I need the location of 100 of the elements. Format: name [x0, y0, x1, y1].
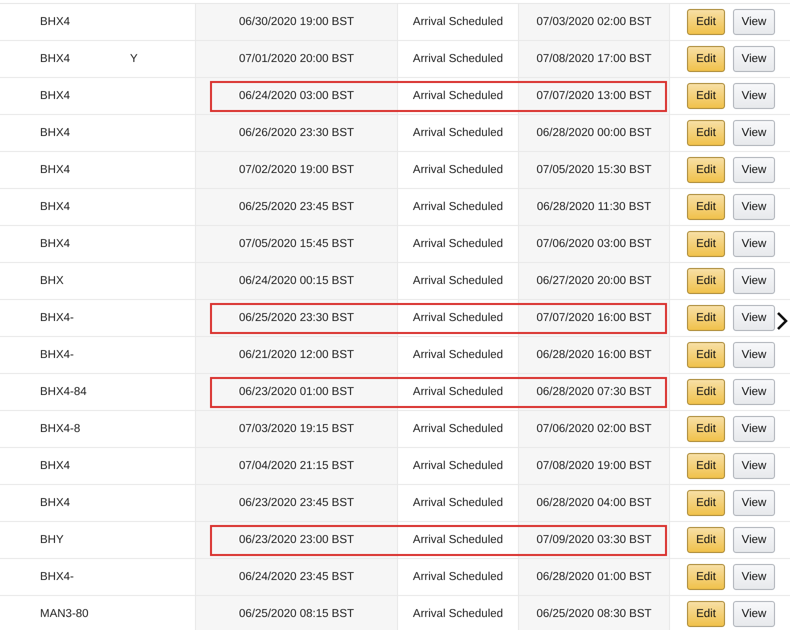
table-cell: 07/03/2020 02:00 BST [536, 16, 652, 28]
table-cell: Arrival Scheduled [412, 312, 504, 324]
edit-button[interactable]: Edit [687, 157, 725, 183]
table-cell: 07/02/2020 19:00 BST [238, 164, 354, 176]
table-cell: Arrival Scheduled [412, 127, 504, 139]
edit-button[interactable]: Edit [687, 83, 725, 109]
table-cell: Arrival Scheduled [412, 16, 504, 28]
table-cell: 07/03/2020 19:15 BST [238, 423, 354, 435]
table-cell: BHX4- [40, 312, 74, 324]
view-button[interactable]: View [733, 305, 775, 331]
table-cell: Arrival Scheduled [412, 238, 504, 250]
table-cell: BHX4 [40, 460, 70, 472]
table-cell: MAN3-80 [40, 608, 89, 620]
table-cell: 07/08/2020 19:00 BST [536, 460, 652, 472]
table-cell: Arrival Scheduled [412, 571, 504, 583]
view-button[interactable]: View [733, 453, 775, 479]
edit-button[interactable]: Edit [687, 268, 725, 294]
table-cell: 06/30/2020 19:00 BST [238, 16, 354, 28]
table-cell: Arrival Scheduled [412, 534, 504, 546]
table-cell: 06/24/2020 03:00 BST [238, 90, 354, 102]
table-cell: 07/07/2020 16:00 BST [536, 312, 652, 324]
edit-button[interactable]: Edit [687, 601, 725, 627]
table-cell: BHX4 [40, 164, 70, 176]
view-button[interactable]: View [733, 120, 775, 146]
view-button[interactable]: View [733, 342, 775, 368]
table-cell: Arrival Scheduled [412, 497, 504, 509]
table-cell: 06/25/2020 23:30 BST [238, 312, 354, 324]
table-cell: BHX4 [40, 201, 70, 213]
table-cell: 06/25/2020 08:15 BST [238, 608, 354, 620]
view-button[interactable]: View [733, 268, 775, 294]
edit-button[interactable]: Edit [687, 527, 725, 553]
table-cell: 06/25/2020 23:45 BST [238, 201, 354, 213]
table-cell: Arrival Scheduled [412, 608, 504, 620]
table-cell: 06/21/2020 12:00 BST [238, 349, 354, 361]
table-cell: Arrival Scheduled [412, 90, 504, 102]
edit-button[interactable]: Edit [687, 120, 725, 146]
table-cell: Arrival Scheduled [412, 275, 504, 287]
table-cell: 06/23/2020 01:00 BST [238, 386, 354, 398]
table-cell: BHX4- [40, 571, 74, 583]
table-cell: Arrival Scheduled [412, 164, 504, 176]
view-button[interactable]: View [733, 83, 775, 109]
table-cell: BHX4 [40, 16, 70, 28]
table-cell: BHX4- [40, 349, 74, 361]
edit-button[interactable]: Edit [687, 231, 725, 257]
table-cell: 07/05/2020 15:45 BST [238, 238, 354, 250]
view-button[interactable]: View [733, 9, 775, 35]
table-cell: 06/24/2020 00:15 BST [238, 275, 354, 287]
table-cell: 07/06/2020 02:00 BST [536, 423, 652, 435]
edit-button[interactable]: Edit [687, 305, 725, 331]
view-button[interactable]: View [733, 490, 775, 516]
table-cell: 06/24/2020 23:45 BST [238, 571, 354, 583]
view-button[interactable]: View [733, 564, 775, 590]
edit-button[interactable]: Edit [687, 9, 725, 35]
edit-button[interactable]: Edit [687, 342, 725, 368]
table-cell: 06/28/2020 11:30 BST [536, 201, 652, 213]
table-cell: 06/28/2020 04:00 BST [536, 497, 652, 509]
view-button[interactable]: View [733, 157, 775, 183]
table-cell: BHX4 [40, 53, 70, 65]
table-cell: BHX4 [40, 90, 70, 102]
table-cell: BHX4-8 [40, 423, 80, 435]
table-cell: 06/26/2020 23:30 BST [238, 127, 354, 139]
edit-button[interactable]: Edit [687, 453, 725, 479]
table-cell: 07/01/2020 20:00 BST [238, 53, 354, 65]
table-cell: BHX4-84 [40, 386, 87, 398]
table-cell: Arrival Scheduled [412, 349, 504, 361]
table-cell: BHX [40, 275, 64, 287]
table-cell: BHX4 [40, 127, 70, 139]
edit-button[interactable]: Edit [687, 490, 725, 516]
table-cell: BHX4 [40, 238, 70, 250]
edit-button[interactable]: Edit [687, 194, 725, 220]
table-cell: 07/09/2020 03:30 BST [536, 534, 652, 546]
table-cell: 06/28/2020 07:30 BST [536, 386, 652, 398]
table-cell: BHX4 [40, 497, 70, 509]
table-cell: BHY [40, 534, 64, 546]
view-button[interactable]: View [733, 527, 775, 553]
table-cell: Arrival Scheduled [412, 201, 504, 213]
table-cell: 07/04/2020 21:15 BST [238, 460, 354, 472]
edit-button[interactable]: Edit [687, 46, 725, 72]
view-button[interactable]: View [733, 416, 775, 442]
table-cell: Arrival Scheduled [412, 53, 504, 65]
table-cell: 06/28/2020 16:00 BST [536, 349, 652, 361]
view-button[interactable]: View [733, 194, 775, 220]
view-button[interactable]: View [733, 231, 775, 257]
table-cell: Arrival Scheduled [412, 423, 504, 435]
table-cell: 07/07/2020 13:00 BST [536, 90, 652, 102]
table-cell: 07/08/2020 17:00 BST [536, 53, 652, 65]
table-cell: 06/25/2020 08:30 BST [536, 608, 652, 620]
table-cell: 06/23/2020 23:00 BST [238, 534, 354, 546]
table-cell: Arrival Scheduled [412, 460, 504, 472]
table-cell: 07/05/2020 15:30 BST [536, 164, 652, 176]
edit-button[interactable]: Edit [687, 379, 725, 405]
table-cell: 06/28/2020 00:00 BST [536, 127, 652, 139]
table-cell: 06/23/2020 23:45 BST [238, 497, 354, 509]
view-button[interactable]: View [733, 601, 775, 627]
table-cell: 06/27/2020 20:00 BST [536, 275, 652, 287]
edit-button[interactable]: Edit [687, 564, 725, 590]
view-button[interactable]: View [733, 379, 775, 405]
table-cell: 06/28/2020 01:00 BST [536, 571, 652, 583]
view-button[interactable]: View [733, 46, 775, 72]
edit-button[interactable]: Edit [687, 416, 725, 442]
